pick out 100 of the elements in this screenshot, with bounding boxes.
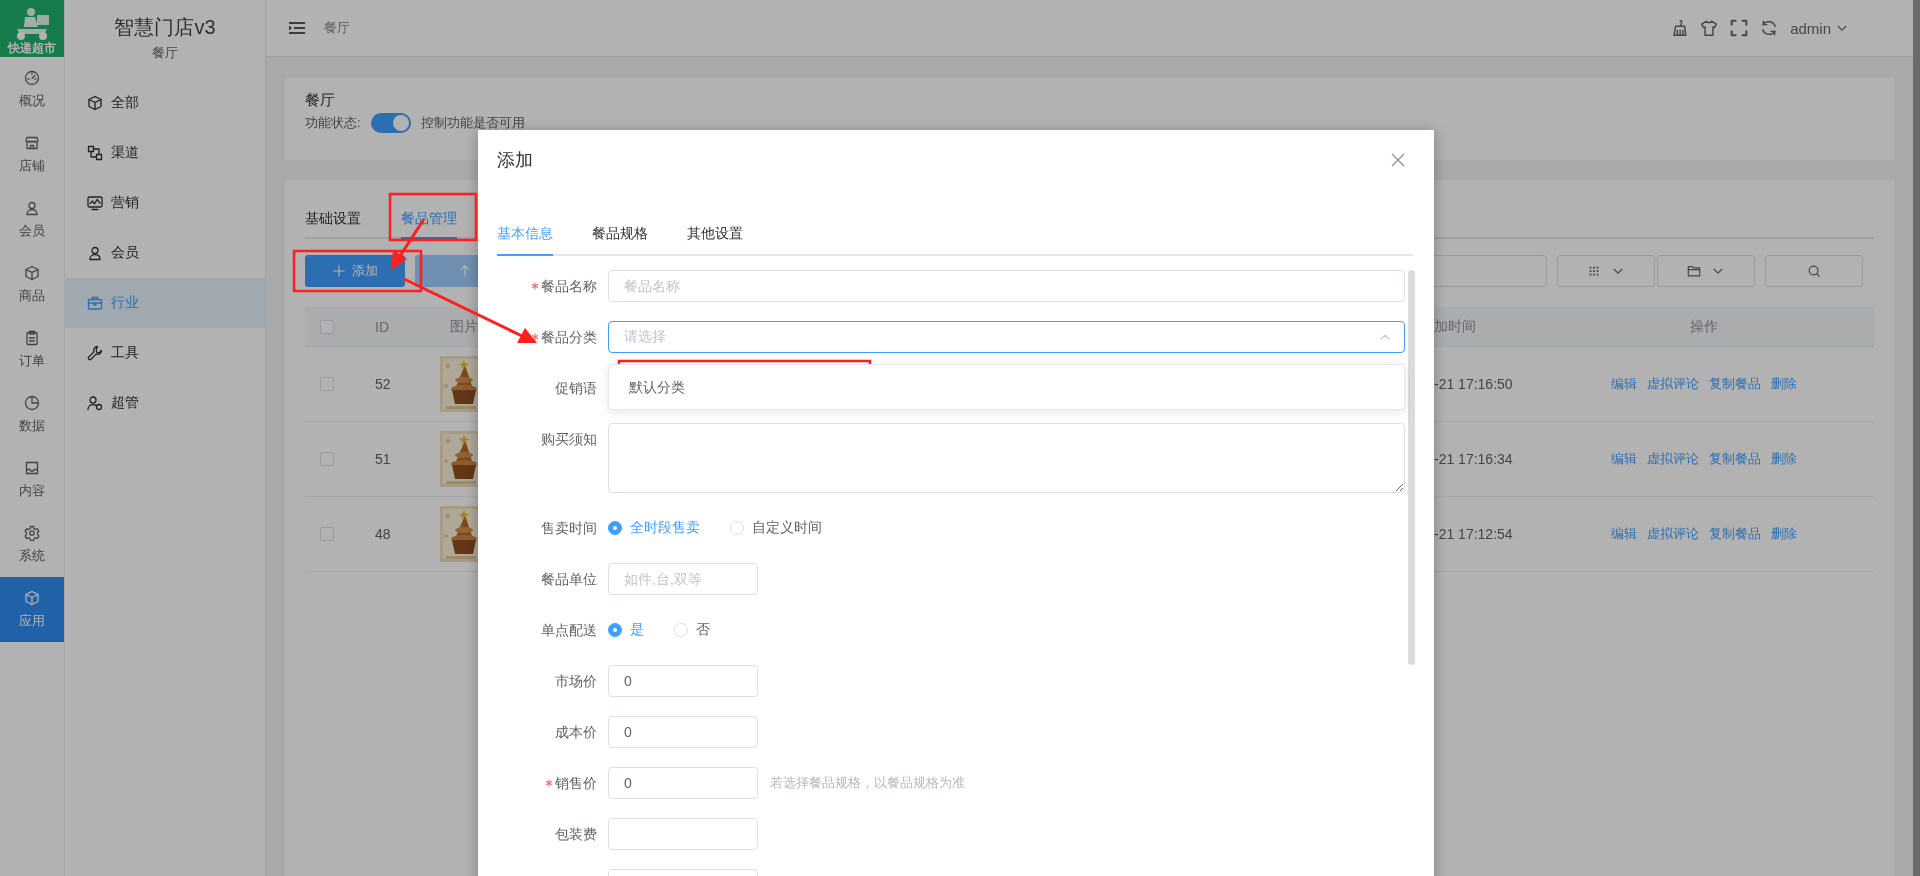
cube-icon bbox=[87, 95, 103, 111]
broom-icon bbox=[1670, 19, 1689, 37]
checkbox[interactable] bbox=[320, 377, 334, 391]
text-field[interactable] bbox=[608, 818, 758, 850]
table-cell: -21 17:16:50 bbox=[1434, 376, 1513, 392]
tab[interactable]: 其他设置 bbox=[687, 223, 743, 256]
close-icon[interactable] bbox=[1391, 153, 1405, 167]
rail-item[interactable]: 数据 bbox=[0, 382, 64, 447]
action-link[interactable]: 编辑 bbox=[1611, 450, 1637, 468]
user-icon bbox=[24, 199, 40, 216]
sidebar-item[interactable]: 全部 bbox=[65, 78, 265, 128]
table-cell: 52 bbox=[375, 376, 391, 392]
rail-item[interactable]: 店铺 bbox=[0, 122, 64, 187]
text-field[interactable]: 0 bbox=[608, 716, 758, 748]
radio-option[interactable]: 自定义时间 bbox=[730, 519, 822, 537]
refresh-icon bbox=[1760, 19, 1779, 37]
menu-icon[interactable] bbox=[288, 19, 306, 37]
sidebar-item[interactable]: 超管 bbox=[65, 378, 265, 428]
search-icon bbox=[1807, 264, 1821, 278]
folder-icon bbox=[1687, 264, 1701, 278]
monitor-chart-icon bbox=[87, 195, 103, 211]
rail-item[interactable]: 商品 bbox=[0, 252, 64, 317]
rail-item[interactable]: 会员 bbox=[0, 187, 64, 252]
scrollbar[interactable] bbox=[1913, 0, 1920, 876]
settings-icon bbox=[24, 524, 40, 541]
tab[interactable]: 餐品规格 bbox=[592, 223, 648, 256]
checkbox[interactable] bbox=[320, 527, 334, 541]
column-header: 操作 bbox=[1690, 317, 1718, 334]
sidebar-item[interactable]: 渠道 bbox=[65, 128, 265, 178]
rail-item[interactable]: 系统 bbox=[0, 512, 64, 577]
tray-icon bbox=[24, 459, 40, 476]
sidebar-item[interactable]: 营销 bbox=[65, 178, 265, 228]
user-icon bbox=[87, 245, 103, 261]
column-header: 加时间 bbox=[1434, 317, 1476, 334]
field-label: 餐品分类 bbox=[541, 328, 597, 347]
field-label: 促销语 bbox=[555, 379, 597, 398]
dialog-title: 添加 bbox=[497, 149, 533, 172]
rail-item[interactable]: 内容 bbox=[0, 447, 64, 512]
radio-option[interactable]: 是 bbox=[608, 621, 644, 639]
toggle-switch[interactable] bbox=[370, 113, 411, 133]
nodes-icon bbox=[87, 145, 103, 161]
table-cell: 48 bbox=[375, 526, 391, 542]
card-title: 餐厅 bbox=[305, 91, 336, 110]
checkbox[interactable] bbox=[320, 452, 334, 466]
column-header: 图片 bbox=[450, 317, 478, 334]
view-dropdown[interactable] bbox=[1557, 255, 1655, 287]
action-link[interactable]: 虚拟评论 bbox=[1647, 525, 1699, 543]
wrench-icon bbox=[87, 345, 103, 361]
rail-item[interactable]: 应用 bbox=[0, 577, 64, 642]
logo-text: 快递超市 bbox=[8, 41, 56, 55]
action-link[interactable]: 复制餐品 bbox=[1709, 525, 1761, 543]
radio-option[interactable]: 全时段售卖 bbox=[608, 519, 700, 537]
checkbox[interactable] bbox=[320, 319, 334, 334]
user-menu[interactable]: admin bbox=[1790, 19, 1849, 37]
text-field[interactable]: 0 bbox=[608, 767, 758, 799]
briefcase-icon bbox=[87, 295, 103, 311]
tab[interactable]: 基础设置 bbox=[305, 208, 361, 239]
shirt-icon bbox=[1700, 19, 1719, 37]
dropdown-option[interactable]: 默认分类 bbox=[609, 370, 705, 404]
breadcrumb[interactable]: 餐厅 bbox=[324, 19, 350, 37]
gauge-icon bbox=[24, 69, 40, 86]
rail-item[interactable]: 订单 bbox=[0, 317, 64, 382]
text-field[interactable]: 如件,台,双等 bbox=[608, 563, 758, 595]
field-label: 餐品名称 bbox=[541, 277, 597, 296]
table-cell: 51 bbox=[375, 451, 391, 467]
radio-option[interactable]: 否 bbox=[674, 621, 710, 639]
sidebar-item[interactable]: 会员 bbox=[65, 228, 265, 278]
hint-text: 若选择餐品规格，以餐品规格为准 bbox=[770, 774, 965, 792]
search-button[interactable] bbox=[1765, 255, 1863, 287]
text-field[interactable]: 0 bbox=[608, 665, 758, 697]
pie-chart-icon bbox=[24, 394, 40, 411]
field-label: 餐品单位 bbox=[541, 570, 597, 589]
sidebar-item[interactable]: 工具 bbox=[65, 328, 265, 378]
text-field[interactable]: 餐品名称 bbox=[608, 270, 1405, 302]
action-link[interactable]: 编辑 bbox=[1611, 525, 1637, 543]
tab[interactable]: 基本信息 bbox=[497, 223, 553, 256]
field-label: 市场价 bbox=[555, 672, 597, 691]
action-link[interactable]: 虚拟评论 bbox=[1647, 450, 1699, 468]
text-area[interactable] bbox=[608, 423, 1405, 493]
fullscreen-icon bbox=[1730, 19, 1749, 37]
field-label: 单点配送 bbox=[541, 621, 597, 640]
folder-dropdown[interactable] bbox=[1657, 255, 1755, 287]
clipboard-icon bbox=[24, 329, 40, 346]
field-label: 功能状态: bbox=[305, 115, 361, 131]
action-link[interactable]: 虚拟评论 bbox=[1647, 375, 1699, 393]
up-arrow-icon bbox=[458, 264, 472, 278]
app-subtitle: 餐厅 bbox=[152, 44, 178, 62]
action-link[interactable]: 复制餐品 bbox=[1709, 375, 1761, 393]
field-label: 销售价 bbox=[555, 774, 597, 793]
action-link[interactable]: 删除 bbox=[1771, 375, 1797, 393]
add-button[interactable]: 添加 bbox=[305, 255, 405, 287]
grid-icon bbox=[1587, 264, 1601, 278]
action-link[interactable]: 复制餐品 bbox=[1709, 450, 1761, 468]
scrollbar[interactable] bbox=[1408, 270, 1415, 665]
action-link[interactable]: 编辑 bbox=[1611, 375, 1637, 393]
action-link[interactable]: 删除 bbox=[1771, 450, 1797, 468]
field-label: 购买须知 bbox=[541, 430, 597, 449]
rail-item[interactable]: 概况 bbox=[0, 57, 64, 122]
action-link[interactable]: 删除 bbox=[1771, 525, 1797, 543]
switch-description: 控制功能是否可用 bbox=[420, 115, 525, 131]
